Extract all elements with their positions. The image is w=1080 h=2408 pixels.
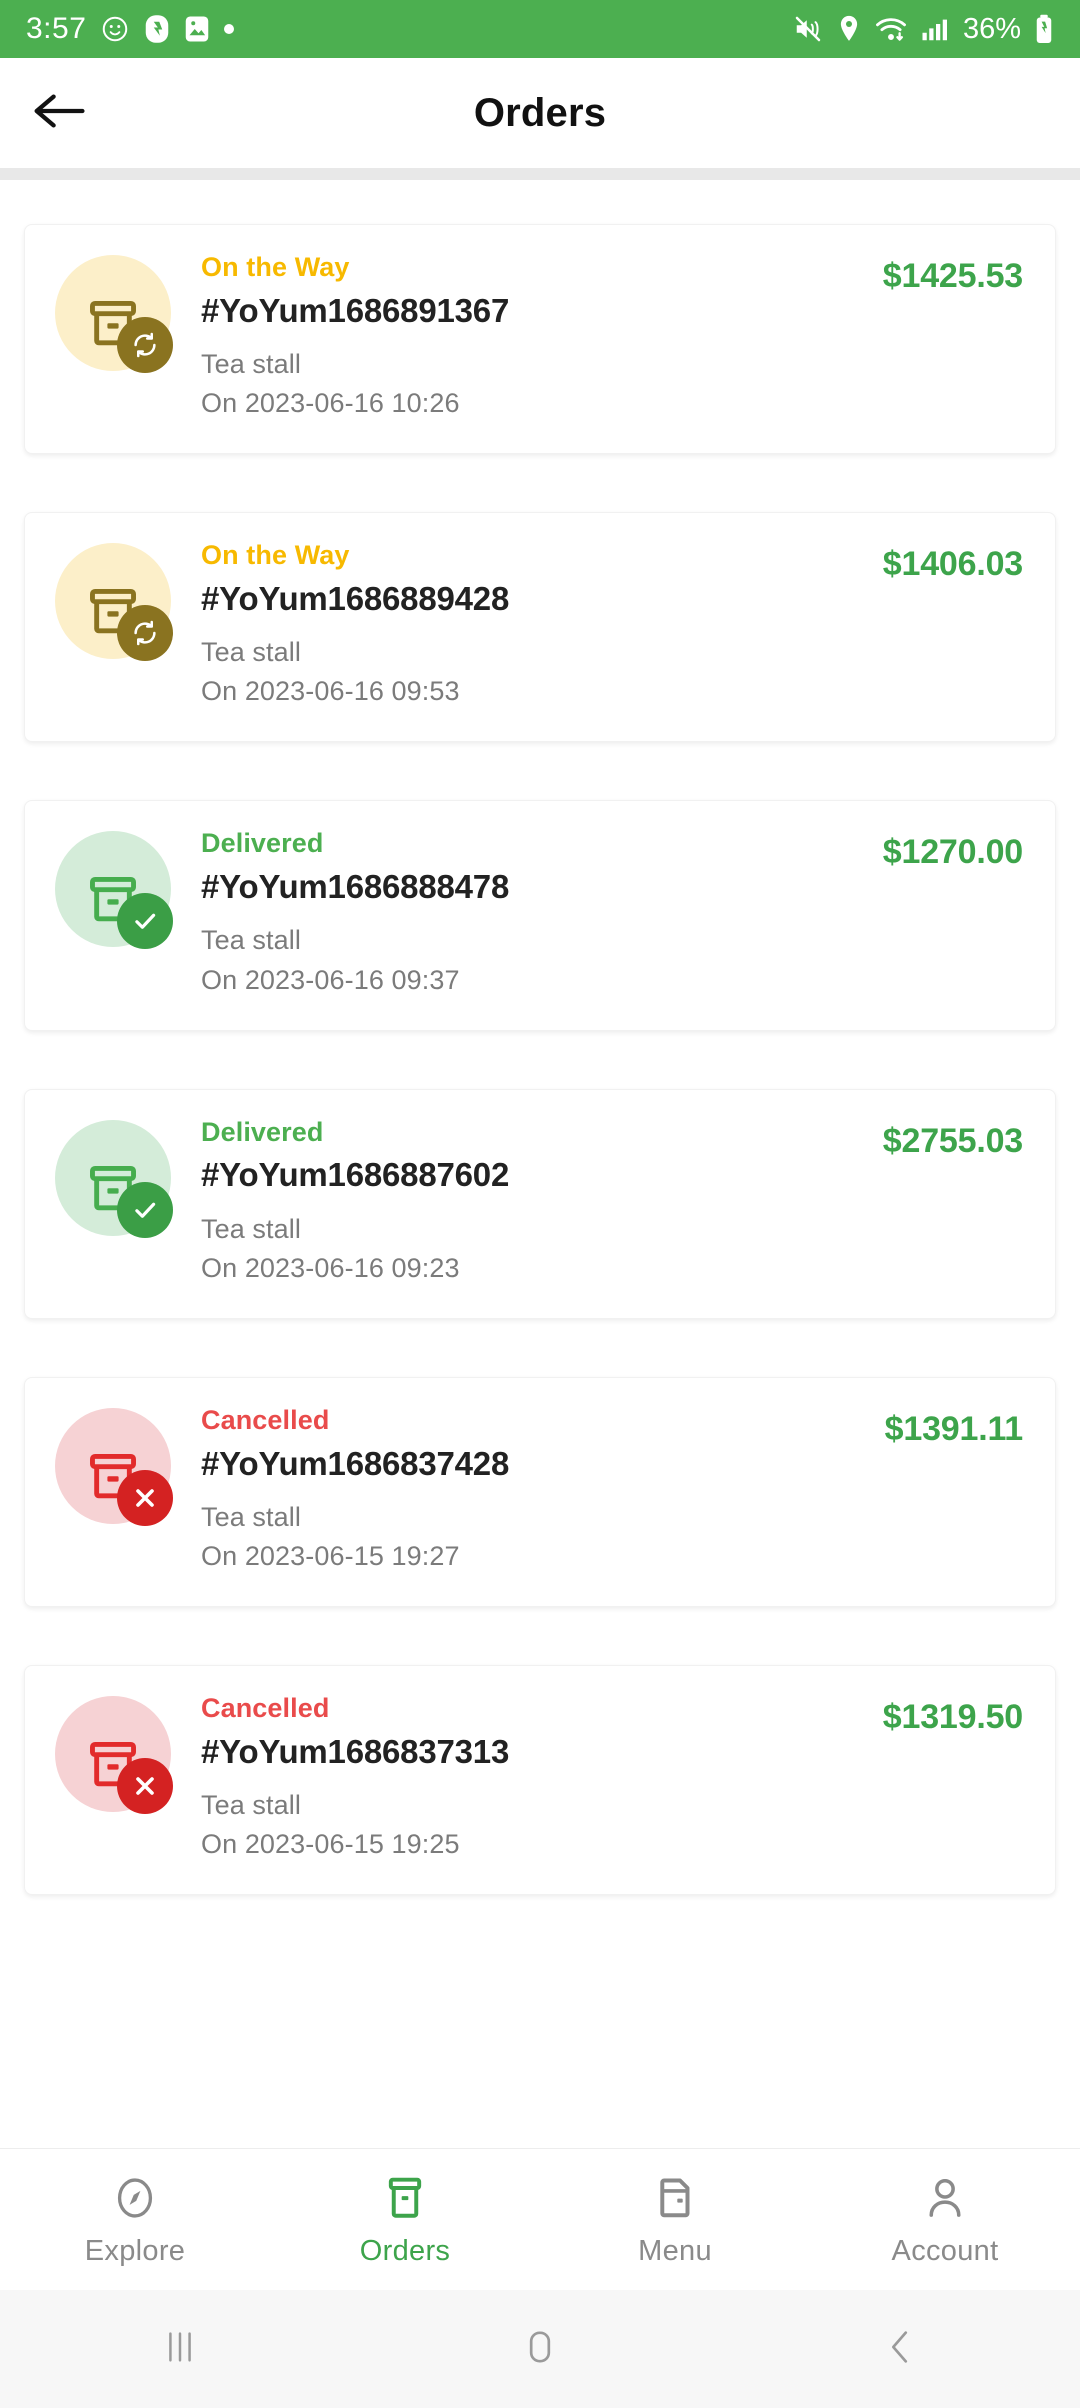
status-bar-right: 36% — [793, 13, 1054, 46]
check-icon — [117, 1181, 173, 1238]
order-card[interactable]: Cancelled #YoYum1686837428 Tea stall On 202… — [24, 1376, 1056, 1608]
order-status-icon — [55, 255, 187, 387]
page-title: Orders — [473, 90, 607, 135]
dot-indicator-icon — [224, 24, 235, 34]
order-card[interactable]: On the Way #YoYum1686889428 Tea stall On 20… — [24, 512, 1056, 743]
order-status-icon — [55, 1696, 187, 1828]
nav-item-orders[interactable]: Orders — [270, 2172, 540, 2268]
order-amount: $1391.11 — [884, 1409, 1024, 1448]
status-bar-left: 3:57 — [26, 12, 235, 46]
order-amount: $1319.50 — [882, 1698, 1023, 1737]
orders-list[interactable]: On the Way #YoYum1686891367 Tea stall On 20… — [0, 180, 1080, 2138]
home-icon — [517, 2324, 563, 2375]
close-icon — [117, 1469, 173, 1526]
recents-button[interactable] — [0, 2324, 360, 2375]
person-icon — [920, 2172, 970, 2224]
vendor-name: Tea stall — [201, 1501, 301, 1532]
order-timestamp: On 2023-06-16 09:23 — [201, 1252, 460, 1283]
back-button[interactable] — [24, 78, 94, 148]
emoji-smiley-icon — [100, 14, 130, 44]
sync-icon — [117, 317, 173, 373]
signal-icon — [920, 14, 950, 44]
order-status-icon — [55, 1119, 187, 1252]
order-status-icon — [55, 1407, 187, 1540]
app-bar: Orders — [0, 58, 1080, 168]
battery-percent-label: 36% — [962, 12, 1021, 45]
nav-item-label: Orders — [359, 2234, 451, 2267]
location-icon — [836, 14, 862, 44]
order-timestamp: On 2023-06-16 09:37 — [201, 964, 460, 995]
order-timestamp: On 2023-06-15 19:25 — [201, 1829, 460, 1860]
back-icon — [877, 2324, 923, 2375]
order-timestamp: On 2023-06-15 19:27 — [201, 1540, 460, 1571]
arrow-left-icon — [32, 89, 86, 138]
vendor-name: Tea stall — [201, 925, 301, 956]
vendor-name: Tea stall — [201, 348, 301, 379]
order-card[interactable]: Cancelled #YoYum1686837313 Tea stall On 202… — [24, 1665, 1056, 1896]
order-card[interactable]: Delivered #YoYum1686888478 Tea stall On 202… — [24, 800, 1056, 1031]
system-navigation-bar — [0, 2290, 1080, 2408]
order-card[interactable]: On the Way #YoYum1686891367 Tea stall On 20… — [24, 224, 1056, 455]
menu-card-icon — [650, 2172, 700, 2224]
battery-charging-icon — [1034, 14, 1054, 44]
status-bar-time: 3:57 — [26, 12, 87, 45]
wifi-icon — [875, 14, 907, 44]
compass-icon — [110, 2172, 160, 2224]
order-amount: $1270.00 — [882, 833, 1023, 872]
order-status-icon — [55, 831, 187, 963]
order-amount: $2755.03 — [882, 1121, 1023, 1160]
nav-item-account[interactable]: Account — [810, 2172, 1080, 2268]
order-amount: $1406.03 — [882, 545, 1023, 584]
close-icon — [117, 1758, 173, 1815]
back-button-system[interactable] — [720, 2324, 1080, 2375]
section-divider — [0, 168, 1080, 180]
order-timestamp: On 2023-06-16 09:53 — [201, 676, 460, 707]
vendor-name: Tea stall — [201, 1790, 301, 1821]
nav-item-label: Explore — [84, 2234, 186, 2267]
image-icon — [184, 14, 210, 44]
nav-item-label: Menu — [638, 2234, 712, 2267]
mute-icon — [793, 14, 823, 44]
nav-item-explore[interactable]: Explore — [0, 2172, 270, 2268]
recents-icon — [157, 2324, 203, 2375]
status-bar: 3:57 36% — [0, 0, 1080, 58]
order-amount: $1425.53 — [882, 257, 1023, 295]
order-status-icon — [55, 543, 187, 675]
order-card[interactable]: Delivered #YoYum1686887602 Tea stall On 202… — [24, 1088, 1056, 1319]
order-timestamp: On 2023-06-16 10:26 — [201, 388, 460, 419]
vendor-name: Tea stall — [201, 637, 301, 668]
nav-item-menu[interactable]: Menu — [540, 2172, 810, 2268]
bottom-navigation: Explore Orders Menu Account — [0, 2148, 1080, 2290]
nav-item-label: Account — [891, 2234, 999, 2267]
screenshot-icon — [144, 14, 170, 44]
home-button[interactable] — [360, 2324, 720, 2375]
sync-icon — [117, 605, 173, 662]
box-icon — [380, 2172, 430, 2224]
check-icon — [117, 893, 173, 950]
vendor-name: Tea stall — [201, 1213, 301, 1244]
